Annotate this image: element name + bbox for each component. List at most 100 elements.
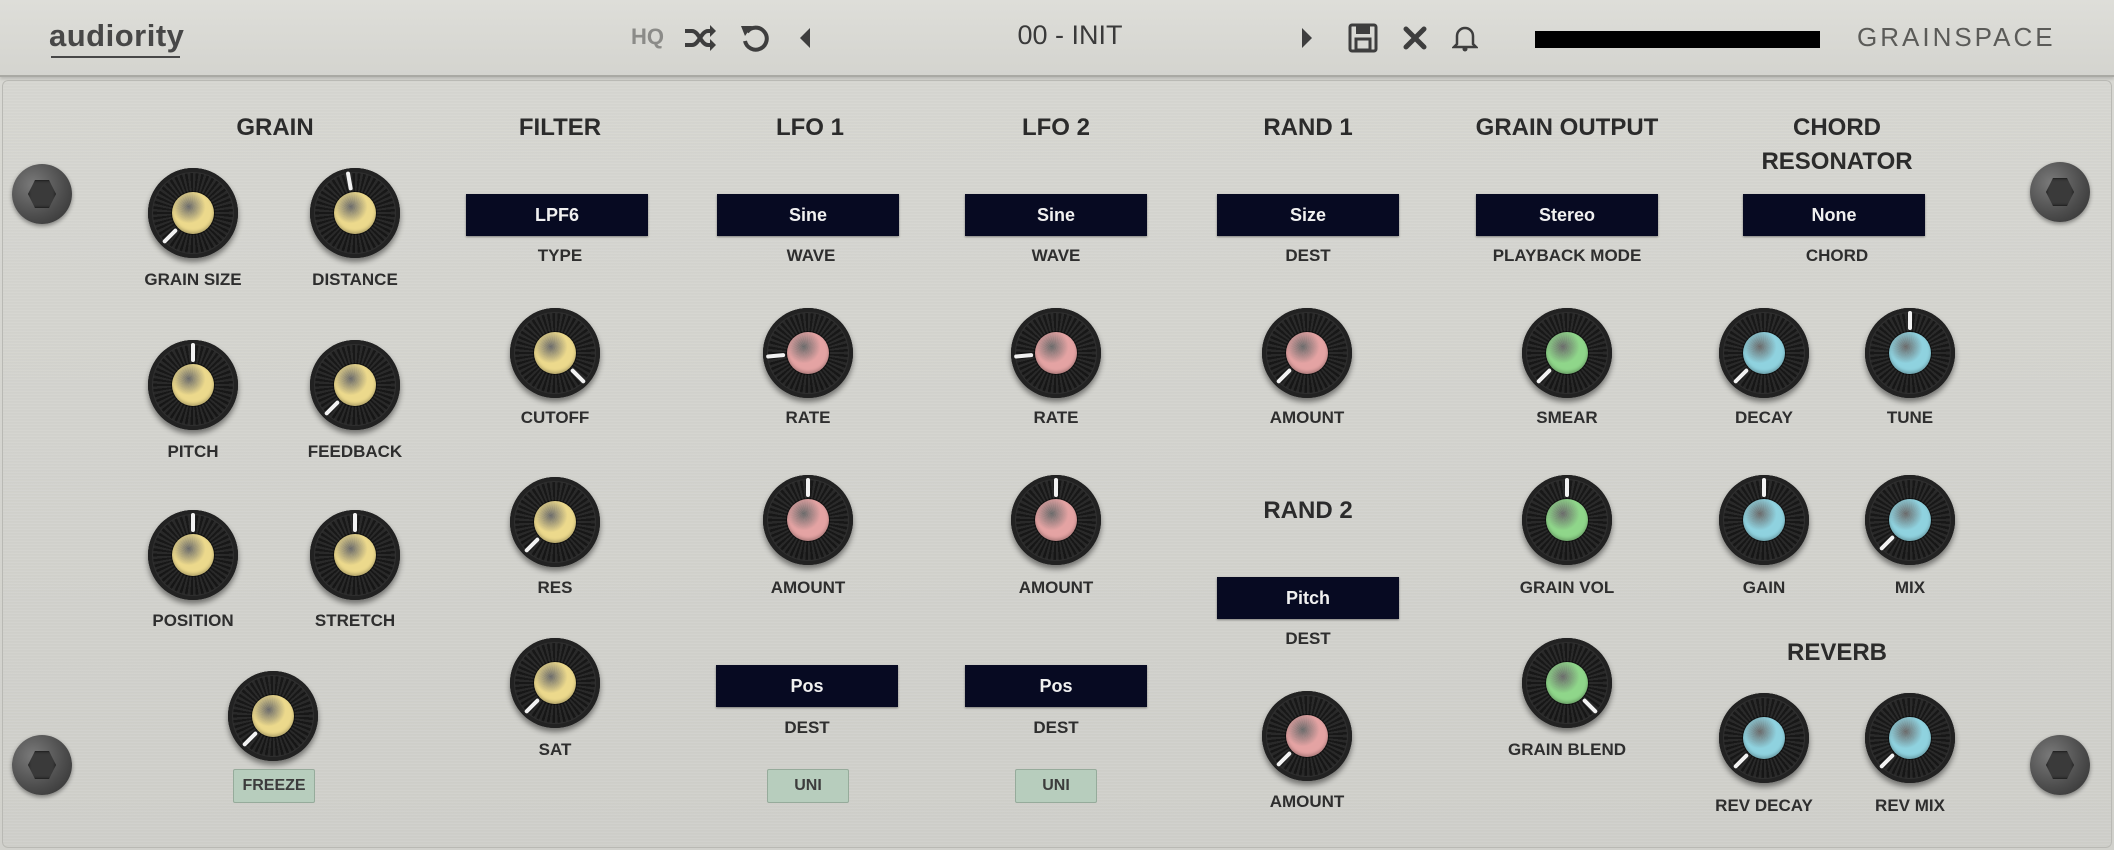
hq-toggle[interactable]: HQ — [631, 24, 664, 50]
rand1-dest-dropdown[interactable]: Size — [1217, 194, 1399, 236]
lfo2-rate-knob[interactable] — [1011, 308, 1101, 398]
lfo1-wave-dropdown[interactable]: Sine — [717, 194, 899, 236]
distance-knob[interactable] — [310, 168, 400, 258]
lfo1-dest-label: DEST — [784, 718, 830, 737]
section-title-grain: GRAIN — [236, 114, 314, 141]
knob-cap — [1743, 332, 1785, 374]
rand1-amount-knob[interactable] — [1262, 308, 1352, 398]
knob-cap — [334, 192, 376, 234]
lfo2-wave-dropdown[interactable]: Sine — [965, 194, 1147, 236]
knob-cap — [787, 499, 829, 541]
rev-mix-label: REV MIX — [1875, 796, 1945, 815]
pitch-knob[interactable] — [148, 340, 238, 430]
knob-indicator — [1565, 478, 1569, 497]
section-title-reverb: REVERB — [1786, 639, 1888, 666]
knob-cap — [1035, 332, 1077, 374]
knob-indicator — [569, 367, 587, 385]
shuffle-icon[interactable] — [680, 18, 720, 58]
lfo1-rate-knob[interactable] — [763, 308, 853, 398]
close-icon[interactable] — [1395, 18, 1435, 58]
knob-indicator — [1054, 478, 1058, 497]
rand1-dest-label: DEST — [1285, 246, 1331, 265]
knob-cap — [334, 364, 376, 406]
grain-size-knob[interactable] — [148, 168, 238, 258]
prev-preset-icon[interactable] — [785, 18, 825, 58]
knob-cap — [1035, 499, 1077, 541]
playback-mode-label: PLAYBACK MODE — [1492, 246, 1642, 265]
save-icon[interactable] — [1343, 18, 1383, 58]
sat-label: SAT — [538, 740, 572, 759]
section-title-rand2: RAND 2 — [1263, 497, 1353, 524]
rev-decay-knob[interactable] — [1719, 693, 1809, 783]
section-title-resonator: RESONATOR — [1761, 148, 1913, 175]
tune-label: TUNE — [1886, 408, 1934, 427]
lfo1-rate-label: RATE — [785, 408, 831, 427]
knob-indicator — [1581, 697, 1599, 715]
rev-mix-knob[interactable] — [1865, 693, 1955, 783]
bell-icon[interactable] — [1445, 18, 1485, 58]
knob-indicator — [1275, 750, 1293, 768]
screw-icon — [2030, 162, 2090, 222]
tune-knob[interactable] — [1865, 308, 1955, 398]
section-title-rand1: RAND 1 — [1263, 114, 1353, 141]
preset-name[interactable]: 00 - INIT — [940, 20, 1200, 51]
playback-mode-dropdown[interactable]: Stereo — [1476, 194, 1658, 236]
knob-indicator — [523, 697, 541, 715]
knob-cap — [1286, 715, 1328, 757]
filter-type-label: TYPE — [537, 246, 583, 265]
decay-knob[interactable] — [1719, 308, 1809, 398]
knob-cap — [787, 332, 829, 374]
section-title-lfo1: LFO 1 — [775, 114, 844, 141]
lfo1-amount-knob[interactable] — [763, 475, 853, 565]
knob-cap — [1286, 332, 1328, 374]
filter-type-dropdown[interactable]: LPF6 — [466, 194, 648, 236]
stretch-knob[interactable] — [310, 510, 400, 600]
distance-label: DISTANCE — [312, 270, 398, 289]
lfo1-dest-dropdown[interactable]: Pos — [716, 665, 898, 707]
top-bar: audiority HQ 00 - INIT GRAINSPACE — [0, 0, 2114, 77]
grainspace-logo: GRAINSPACE — [1857, 22, 2056, 52]
grain-vol-label: GRAIN VOL — [1519, 578, 1615, 597]
lfo2-amount-knob[interactable] — [1011, 475, 1101, 565]
undo-icon[interactable] — [735, 18, 775, 58]
lfo2-uni-button[interactable]: UNI — [1015, 769, 1097, 803]
lfo1-uni-button[interactable]: UNI — [767, 769, 849, 803]
feedback-knob[interactable] — [310, 340, 400, 430]
rand1-amount-label: AMOUNT — [1269, 408, 1345, 427]
grain-blend-knob[interactable] — [1522, 638, 1612, 728]
rand2-dest-label: DEST — [1285, 629, 1331, 648]
mix-knob[interactable] — [1865, 475, 1955, 565]
knob-indicator — [191, 343, 195, 362]
smear-knob[interactable] — [1522, 308, 1612, 398]
sat-knob[interactable] — [510, 638, 600, 728]
rand2-dest-dropdown[interactable]: Pitch — [1217, 577, 1399, 619]
stretch-label: STRETCH — [314, 611, 396, 630]
screw-icon — [2030, 735, 2090, 795]
lfo2-dest-label: DEST — [1033, 718, 1079, 737]
next-preset-icon[interactable] — [1287, 18, 1327, 58]
redacted-bar — [1535, 31, 1820, 48]
grain-blend-label: GRAIN BLEND — [1507, 740, 1627, 759]
freeze-knob-knob[interactable] — [228, 671, 318, 761]
res-knob[interactable] — [510, 477, 600, 567]
freeze-button[interactable]: FREEZE — [233, 769, 315, 803]
grain-vol-knob[interactable] — [1522, 475, 1612, 565]
knob-indicator — [1908, 311, 1912, 330]
knob-cap — [1546, 499, 1588, 541]
cutoff-knob[interactable] — [510, 308, 600, 398]
chord-dropdown[interactable]: None — [1743, 194, 1925, 236]
knob-cap — [252, 695, 294, 737]
rand2-amount-label: AMOUNT — [1269, 792, 1345, 811]
knob-cap — [1546, 662, 1588, 704]
knob-indicator — [161, 227, 179, 245]
knob-cap — [534, 662, 576, 704]
knob-indicator — [191, 513, 195, 532]
knob-indicator — [323, 399, 341, 417]
lfo2-dest-dropdown[interactable]: Pos — [965, 665, 1147, 707]
gain-knob[interactable] — [1719, 475, 1809, 565]
res-label: RES — [537, 578, 573, 597]
knob-indicator — [241, 730, 259, 748]
rand2-amount-knob[interactable] — [1262, 691, 1352, 781]
position-knob[interactable] — [148, 510, 238, 600]
lfo1-amount-label: AMOUNT — [770, 578, 846, 597]
